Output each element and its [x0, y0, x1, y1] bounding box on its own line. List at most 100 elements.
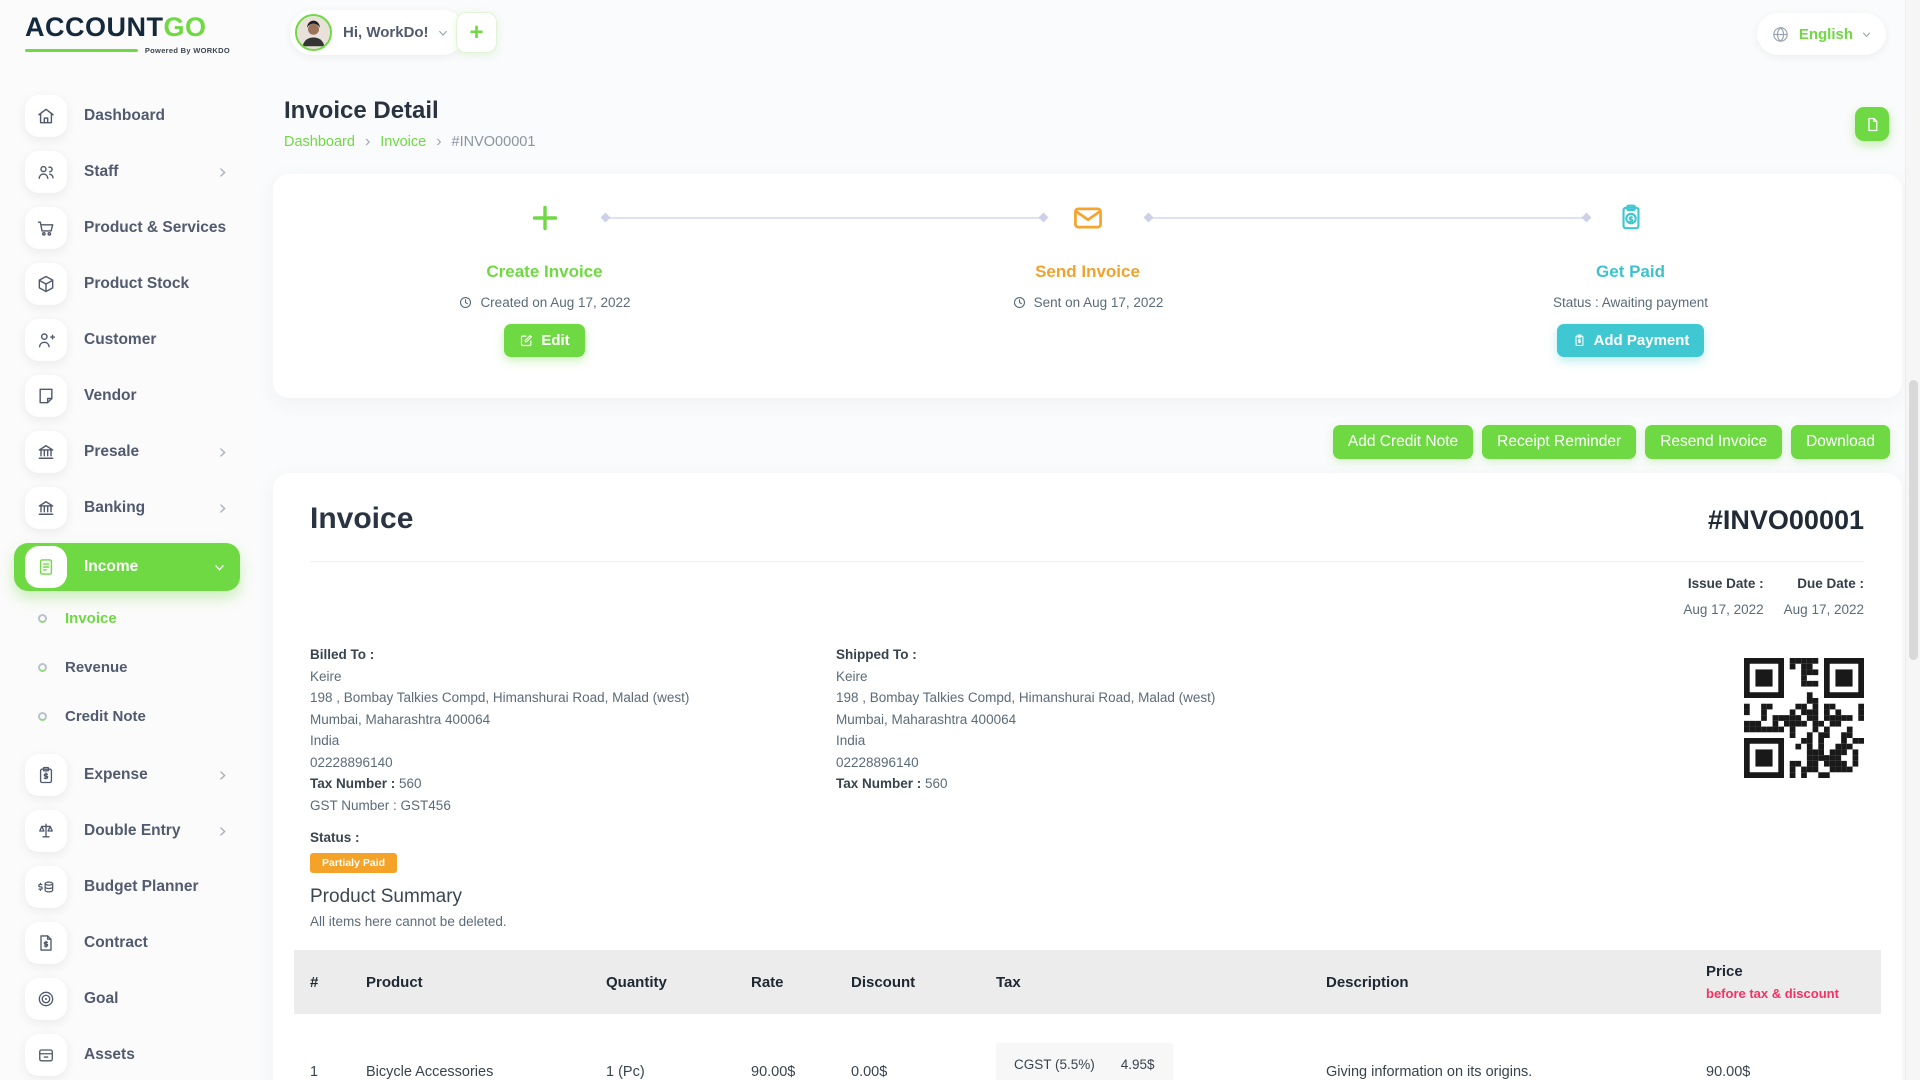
workflow-card: Create Invoice Created on Aug 17, 2022 E…: [273, 174, 1902, 398]
sidebar-item-vendor[interactable]: Vendor: [0, 375, 257, 417]
cell-rate: 90.00$: [735, 1014, 835, 1080]
sidebar-item-dashboard[interactable]: Dashboard: [0, 95, 257, 137]
avatar: [295, 14, 332, 51]
add-credit-note-button[interactable]: Add Credit Note: [1333, 425, 1473, 459]
col-num: #: [294, 950, 350, 1014]
sidebar-item-expense[interactable]: Expense: [0, 754, 257, 796]
sidebar-item-contract[interactable]: Contract: [0, 922, 257, 964]
step-get-paid: Get Paid Status : Awaiting payment Add P…: [1359, 174, 1902, 398]
status-label: Status :: [310, 830, 360, 845]
cell-num: 1: [294, 1014, 350, 1080]
cell-discount: 0.00$: [835, 1014, 980, 1080]
brand-powered-by: Powered By WORKDO: [145, 46, 230, 55]
coins-dollar-icon: [25, 866, 67, 908]
clipboard-dollar-icon: [25, 754, 67, 796]
receipt-dollar-icon: [1615, 174, 1647, 262]
chevron-down-icon: [1861, 29, 1872, 40]
document-icon: [1864, 116, 1881, 133]
table-row: 1 Bicycle Accessories 1 (Pc) 90.00$ 0.00…: [294, 1014, 1881, 1080]
sidebar-item-product-stock[interactable]: Product Stock: [0, 263, 257, 305]
sidebar-item-product-services[interactable]: Product & Services: [0, 207, 257, 249]
export-document-button[interactable]: [1855, 107, 1889, 141]
bullet-icon: [38, 614, 47, 623]
sidebar-item-presale[interactable]: Presale: [0, 431, 257, 473]
step-status: Sent on Aug 17, 2022: [1012, 295, 1164, 310]
sidebar-item-label: Assets: [84, 1046, 135, 1064]
invoice-icon: [25, 546, 67, 588]
sidebar: ACCOUNTGO Powered By WORKDO Dashboard St…: [0, 0, 257, 1080]
main-content: Hi, WorkDo! + English Invoice Detail Das…: [257, 0, 1920, 1080]
sidebar-item-budget-planner[interactable]: Budget Planner: [0, 866, 257, 908]
col-rate: Rate: [735, 950, 835, 1014]
sidebar-subitem-credit-note[interactable]: Credit Note: [0, 705, 257, 727]
chevron-right-icon: [216, 502, 229, 515]
step-title: Get Paid: [1596, 262, 1665, 282]
user-menu[interactable]: Hi, WorkDo!: [290, 10, 465, 55]
breadcrumb-dashboard[interactable]: Dashboard: [284, 134, 355, 150]
scrollbar-thumb[interactable]: [1909, 380, 1918, 660]
plus-icon: [530, 174, 560, 262]
col-product: Product: [350, 950, 590, 1014]
users-icon: [25, 151, 67, 193]
invoice-heading: Invoice: [310, 502, 413, 536]
sidebar-item-banking[interactable]: Banking: [0, 487, 257, 529]
invoice-actions: Add Credit Note Receipt Reminder Resend …: [1333, 425, 1890, 459]
breadcrumb: Dashboard › Invoice › #INVO00001: [284, 133, 535, 151]
sidebar-item-label: Vendor: [84, 387, 137, 405]
price-note: before tax & discount: [1706, 986, 1881, 1001]
step-title: Create Invoice: [486, 262, 602, 282]
page-title: Invoice Detail: [284, 97, 439, 125]
step-create-invoice: Create Invoice Created on Aug 17, 2022 E…: [273, 174, 816, 398]
sidebar-item-goal[interactable]: Goal: [0, 978, 257, 1020]
cart-icon: [25, 207, 67, 249]
sidebar-item-label: Staff: [84, 163, 118, 181]
bullet-icon: [38, 663, 47, 672]
receipt-reminder-button[interactable]: Receipt Reminder: [1482, 425, 1636, 459]
step-status: Created on Aug 17, 2022: [458, 295, 630, 310]
add-button[interactable]: +: [456, 12, 497, 53]
cell-product: Bicycle Accessories: [350, 1014, 590, 1080]
sidebar-item-label: Goal: [84, 990, 118, 1008]
sidebar-item-label: Expense: [84, 766, 148, 784]
step-send-invoice: Send Invoice Sent on Aug 17, 2022: [816, 174, 1359, 398]
cell-quantity: 1 (Pc): [590, 1014, 735, 1080]
download-button[interactable]: Download: [1791, 425, 1890, 459]
col-tax: Tax: [980, 950, 1310, 1014]
sidebar-item-label: Contract: [84, 934, 148, 952]
sidebar-item-double-entry[interactable]: Double Entry: [0, 810, 257, 852]
language-selector[interactable]: English: [1757, 13, 1886, 55]
invoice-dates: Issue Date : Aug 17, 2022 Due Date : Aug…: [1683, 576, 1864, 617]
sidebar-subitem-label: Revenue: [65, 659, 128, 676]
envelope-icon: [1072, 174, 1104, 262]
status-badge: Partialy Paid: [310, 853, 397, 873]
sidebar-item-label: Customer: [84, 331, 156, 349]
breadcrumb-invoice[interactable]: Invoice: [380, 134, 426, 150]
resend-invoice-button[interactable]: Resend Invoice: [1645, 425, 1782, 459]
edit-icon: [519, 333, 534, 348]
step-status: Status : Awaiting payment: [1553, 295, 1708, 310]
product-table: # Product Quantity Rate Discount Tax Des…: [294, 950, 1881, 1080]
chevron-right-icon: [216, 166, 229, 179]
sidebar-subitem-invoice[interactable]: Invoice: [0, 607, 257, 629]
due-date: Due Date : Aug 17, 2022: [1784, 576, 1864, 617]
tax-detail-box: CGST (5.5%) 4.95$: [996, 1043, 1173, 1080]
sidebar-item-label: Budget Planner: [84, 878, 199, 896]
cell-tax: CGST (5.5%) 4.95$: [980, 1014, 1310, 1080]
contract-icon: [25, 922, 67, 964]
add-payment-button[interactable]: Add Payment: [1557, 324, 1705, 357]
sidebar-item-staff[interactable]: Staff: [0, 151, 257, 193]
sidebar-subitem-revenue[interactable]: Revenue: [0, 656, 257, 678]
brand-logo[interactable]: ACCOUNTGO Powered By WORKDO: [25, 12, 230, 55]
invoice-card: Invoice #INVO00001 Issue Date : Aug 17, …: [273, 473, 1902, 1080]
sidebar-item-label: Product Stock: [84, 275, 189, 293]
sidebar-item-income[interactable]: Income: [14, 543, 240, 591]
sidebar-item-assets[interactable]: Assets: [0, 1034, 257, 1076]
app-window: ACCOUNTGO Powered By WORKDO Dashboard St…: [0, 0, 1920, 1080]
col-description: Description: [1310, 950, 1690, 1014]
cell-price: 90.00$: [1690, 1014, 1881, 1080]
chevron-right-icon: [216, 446, 229, 459]
sidebar-item-label: Double Entry: [84, 822, 180, 840]
sidebar-nav: Dashboard Staff Product & Services Produ…: [0, 95, 257, 1080]
edit-button[interactable]: Edit: [504, 324, 584, 357]
sidebar-item-customer[interactable]: Customer: [0, 319, 257, 361]
